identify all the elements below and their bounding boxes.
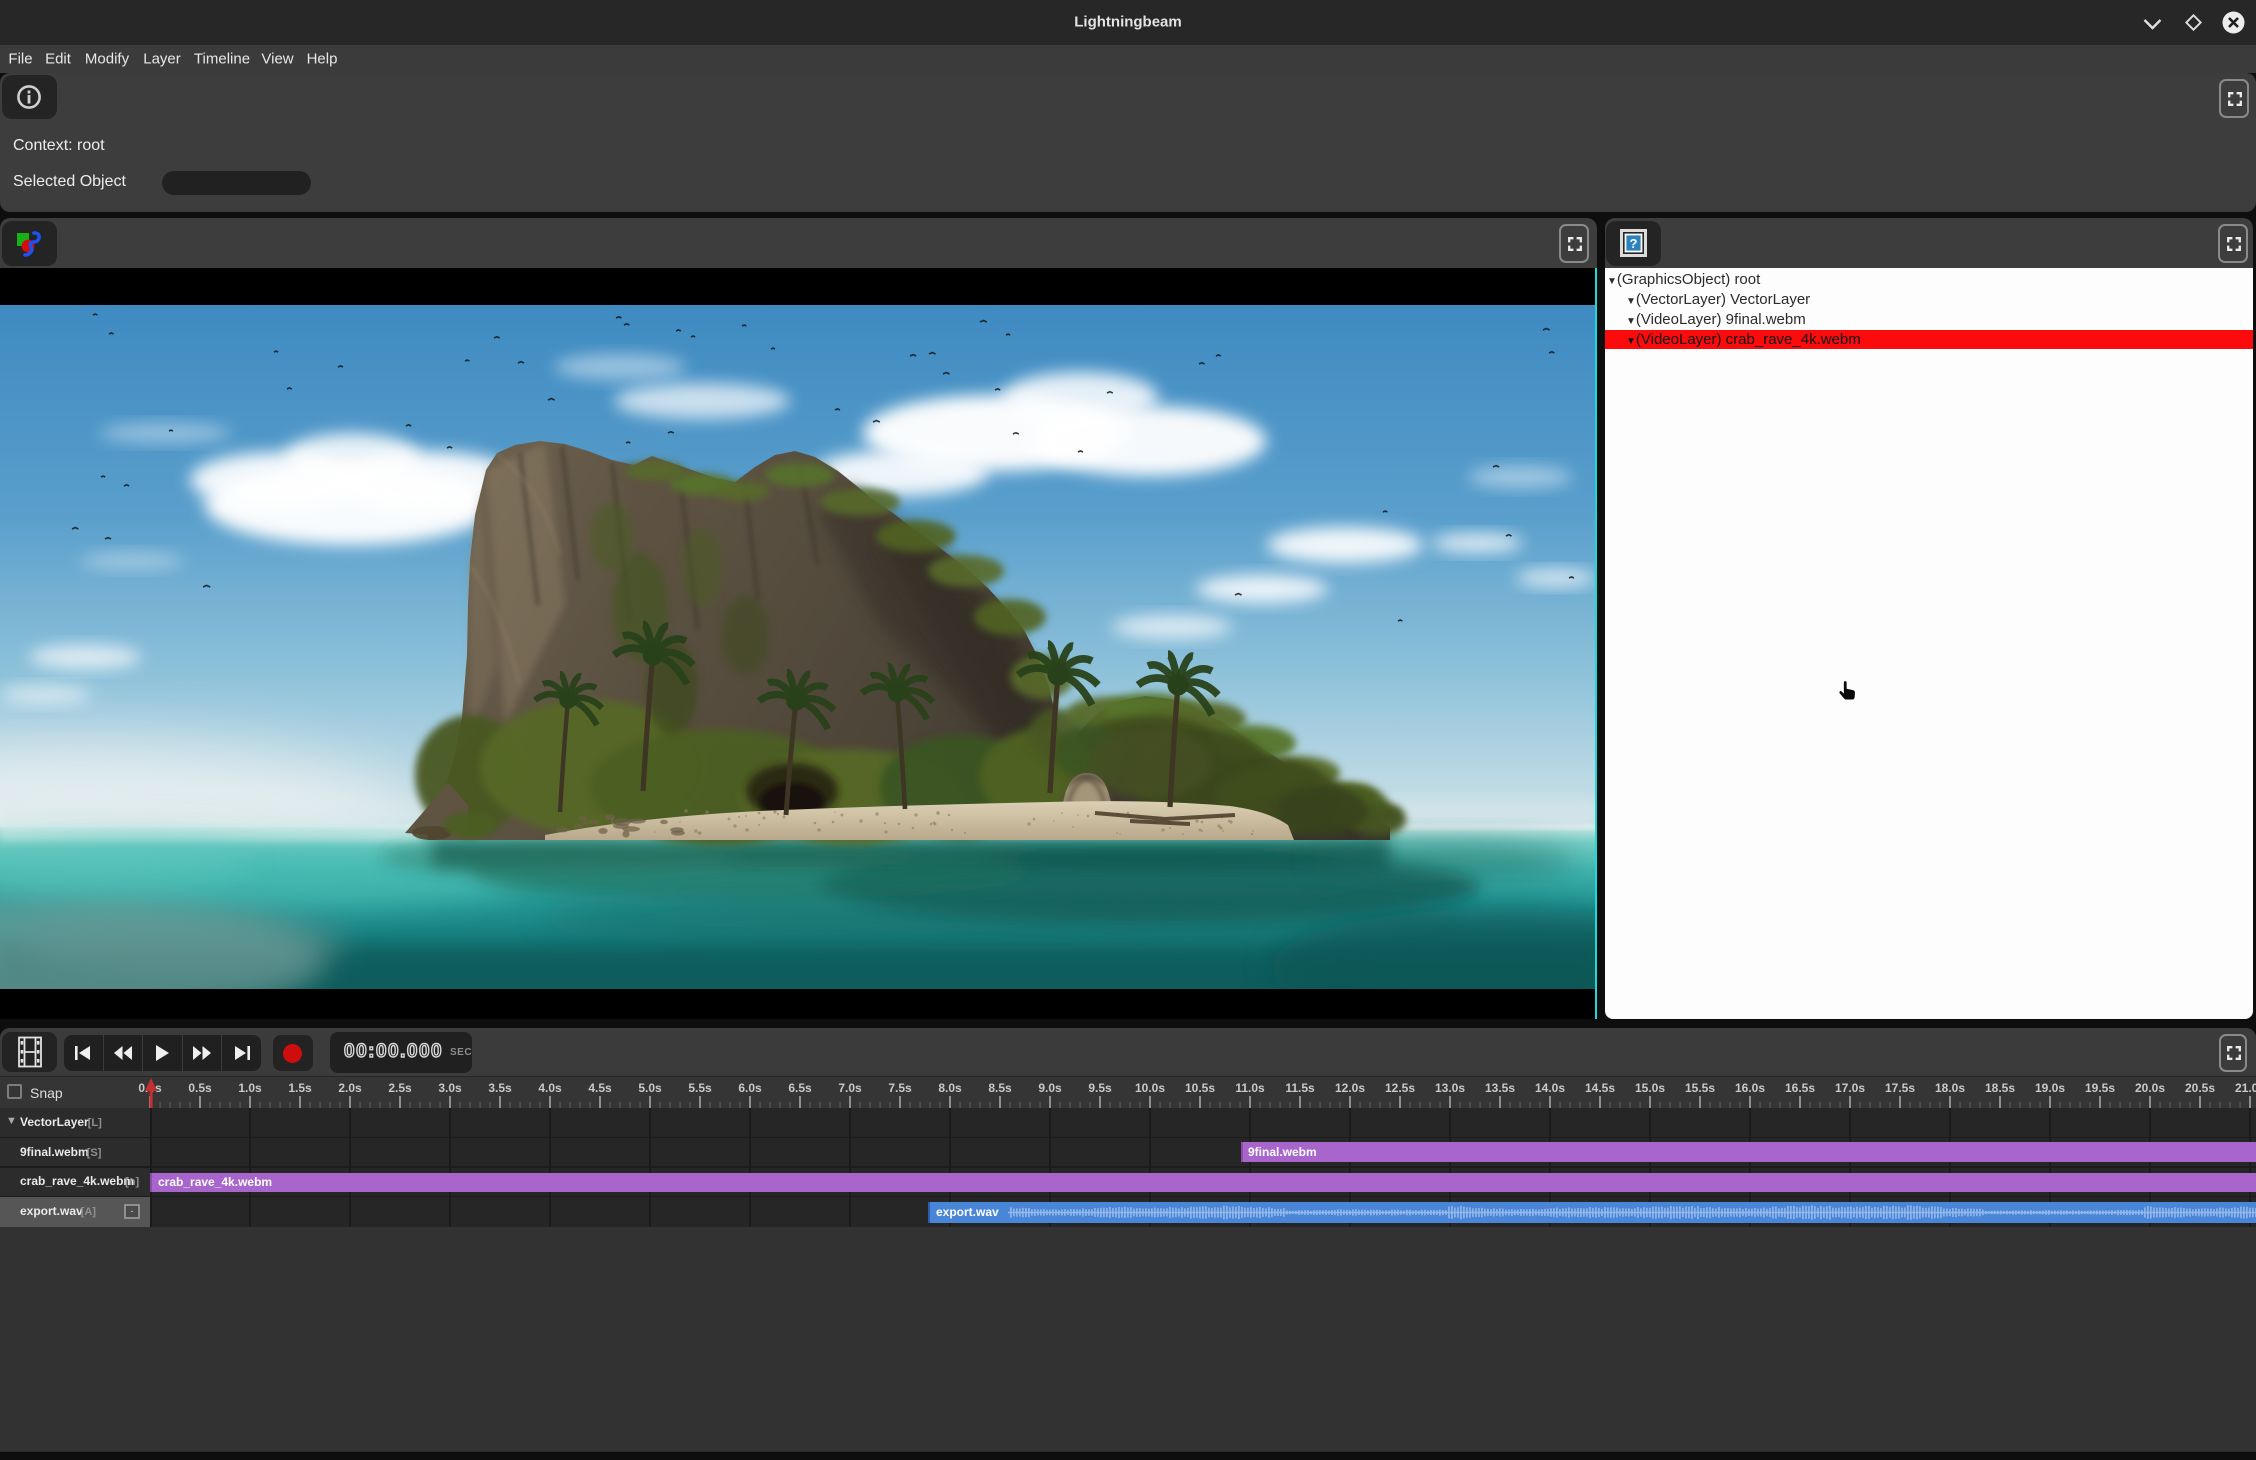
svg-text:1.5s: 1.5s	[288, 1081, 312, 1095]
svg-text:10.5s: 10.5s	[1185, 1081, 1215, 1095]
svg-text:15.0s: 15.0s	[1635, 1081, 1665, 1095]
svg-text:2.5s: 2.5s	[388, 1081, 412, 1095]
svg-text:7.0s: 7.0s	[838, 1081, 862, 1095]
svg-text:4.0s: 4.0s	[538, 1081, 562, 1095]
svg-text:9.0s: 9.0s	[1038, 1081, 1062, 1095]
svg-text:6.0s: 6.0s	[738, 1081, 762, 1095]
svg-text:17.0s: 17.0s	[1835, 1081, 1865, 1095]
svg-text:3.0s: 3.0s	[438, 1081, 462, 1095]
svg-text:3.5s: 3.5s	[488, 1081, 512, 1095]
svg-text:7.5s: 7.5s	[888, 1081, 912, 1095]
svg-text:16.5s: 16.5s	[1785, 1081, 1815, 1095]
svg-text:18.5s: 18.5s	[1985, 1081, 2015, 1095]
svg-text:21.0s: 21.0s	[2235, 1081, 2256, 1095]
svg-text:14.0s: 14.0s	[1535, 1081, 1565, 1095]
svg-text:6.5s: 6.5s	[788, 1081, 812, 1095]
svg-text:4.5s: 4.5s	[588, 1081, 612, 1095]
svg-text:2.0s: 2.0s	[338, 1081, 362, 1095]
svg-text:16.0s: 16.0s	[1735, 1081, 1765, 1095]
svg-text:5.0s: 5.0s	[638, 1081, 662, 1095]
svg-text:12.0s: 12.0s	[1335, 1081, 1365, 1095]
svg-text:11.5s: 11.5s	[1285, 1081, 1315, 1095]
svg-text:13.0s: 13.0s	[1435, 1081, 1465, 1095]
svg-text:11.0s: 11.0s	[1235, 1081, 1265, 1095]
svg-text:19.0s: 19.0s	[2035, 1081, 2065, 1095]
svg-text:9.5s: 9.5s	[1088, 1081, 1112, 1095]
svg-text:1.0s: 1.0s	[238, 1081, 262, 1095]
svg-text:14.5s: 14.5s	[1585, 1081, 1615, 1095]
svg-text:20.5s: 20.5s	[2185, 1081, 2215, 1095]
svg-text:15.5s: 15.5s	[1685, 1081, 1715, 1095]
svg-text:0.5s: 0.5s	[188, 1081, 212, 1095]
svg-text:12.5s: 12.5s	[1385, 1081, 1415, 1095]
svg-text:17.5s: 17.5s	[1885, 1081, 1915, 1095]
svg-text:5.5s: 5.5s	[688, 1081, 712, 1095]
svg-text:18.0s: 18.0s	[1935, 1081, 1965, 1095]
svg-text:10.0s: 10.0s	[1135, 1081, 1165, 1095]
svg-text:?: ?	[1630, 236, 1638, 251]
svg-text:20.0s: 20.0s	[2135, 1081, 2165, 1095]
svg-text:8.0s: 8.0s	[938, 1081, 962, 1095]
svg-text:13.5s: 13.5s	[1485, 1081, 1515, 1095]
svg-text:19.5s: 19.5s	[2085, 1081, 2115, 1095]
svg-text:8.5s: 8.5s	[988, 1081, 1012, 1095]
